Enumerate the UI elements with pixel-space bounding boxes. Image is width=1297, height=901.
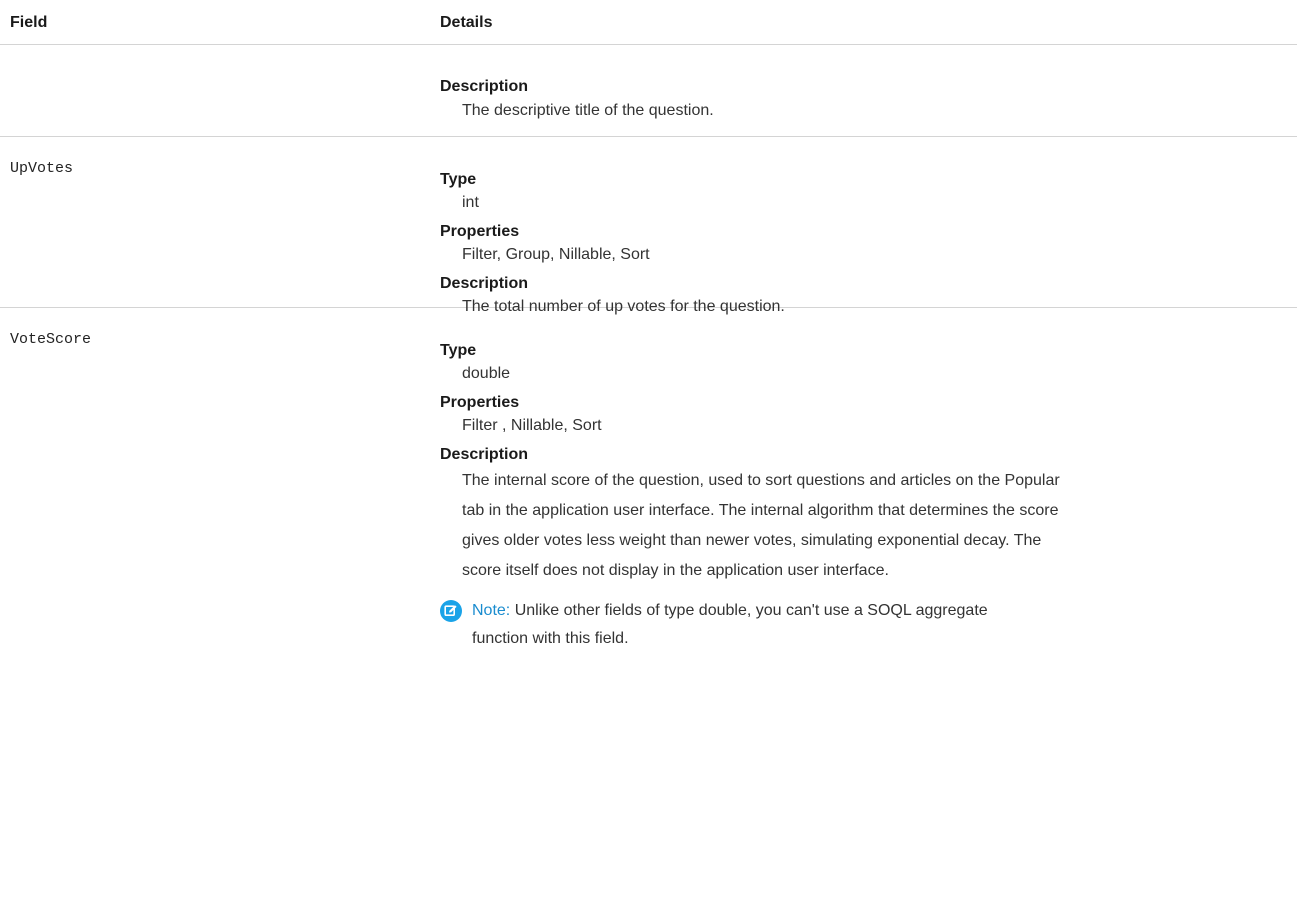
description-label: Description (440, 275, 529, 292)
field-name: VoteScore (10, 331, 92, 348)
table-row: Description The descriptive title of the… (0, 45, 1297, 137)
type-label: Type (440, 342, 477, 359)
description-label: Description (440, 446, 529, 463)
details-cell: Type double Properties Filter , Nillable… (440, 308, 1280, 798)
note-body-line2: function with this field. (472, 630, 629, 647)
description-value: The descriptive title of the question. (462, 102, 714, 119)
note-callout: Note: Unlike other fields of type double… (440, 600, 1297, 660)
field-name: UpVotes (10, 160, 74, 177)
table-row: VoteScore Type double Properties Filter … (0, 308, 1297, 798)
note-edit-icon (440, 600, 462, 622)
properties-value: Filter , Nillable, Sort (462, 417, 602, 434)
table-row: UpVotes Type int Properties Filter, Grou… (0, 137, 1297, 315)
details-cell: Type int Properties Filter, Group, Nilla… (440, 137, 1280, 315)
type-value: double (462, 365, 511, 382)
note-text: Note: Unlike other fields of type double… (472, 597, 1072, 653)
description-line: score itself does not display in the app… (462, 562, 889, 579)
properties-value: Filter, Group, Nillable, Sort (462, 246, 650, 263)
type-value: int (462, 194, 479, 211)
type-label: Type (440, 171, 477, 188)
details-cell: Description The descriptive title of the… (440, 45, 1280, 136)
description-label: Description (440, 78, 529, 95)
description-line: tab in the application user interface. T… (462, 502, 1059, 519)
description-line: The internal score of the question, used… (462, 472, 1060, 489)
fields-table: Field Details Description The descriptiv… (0, 0, 1297, 798)
column-header-field: Field (10, 14, 48, 31)
note-body: Unlike other fields of type double, you … (510, 602, 988, 619)
properties-label: Properties (440, 394, 520, 411)
table-header: Field Details (0, 0, 1297, 45)
properties-label: Properties (440, 223, 520, 240)
note-label: Note: (472, 602, 511, 619)
description-line: gives older votes less weight than newer… (462, 532, 1042, 549)
column-header-details: Details (440, 14, 493, 31)
